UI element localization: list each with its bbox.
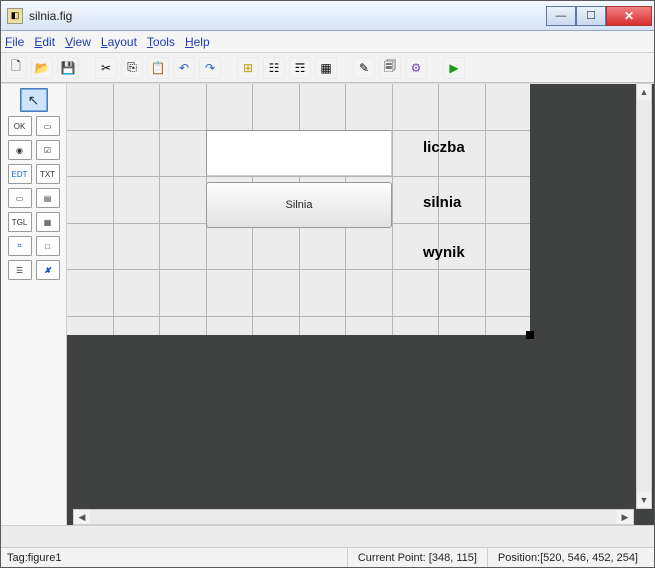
minimize-button[interactable]: — bbox=[546, 6, 576, 26]
axes-tool[interactable]: ⌗ bbox=[8, 236, 32, 256]
toggle-tool[interactable]: TGL bbox=[8, 212, 32, 232]
menu-file[interactable]: File bbox=[5, 35, 24, 49]
scroll-up-icon[interactable]: ▲ bbox=[637, 84, 651, 100]
activex-tool[interactable]: ☰ bbox=[8, 260, 32, 280]
menu-help[interactable]: Help bbox=[185, 35, 210, 49]
radio-tool[interactable]: ◉ bbox=[8, 140, 32, 160]
menubar: File Edit View Layout Tools Help bbox=[1, 31, 654, 53]
align-icon[interactable]: ⊞ bbox=[237, 57, 259, 79]
menu-editor-icon[interactable]: ☷ bbox=[263, 57, 285, 79]
close-button[interactable]: ✕ bbox=[606, 6, 652, 26]
toolbar: 🗋 📂 💾 ✂ ⎘ 📋 ↶ ↷ ⊞ ☷ ☶ ▦ ✎ 🗐 ⚙ ▶ bbox=[1, 53, 654, 83]
listbox-tool[interactable]: ▤ bbox=[36, 188, 60, 208]
popup-tool[interactable]: ▭ bbox=[8, 188, 32, 208]
status-tag: Tag: figure1 bbox=[7, 548, 347, 567]
slider-tool[interactable]: ▭ bbox=[36, 116, 60, 136]
redo-icon[interactable]: ↷ bbox=[199, 57, 221, 79]
menu-layout[interactable]: Layout bbox=[101, 35, 137, 49]
checkbox-tool[interactable]: ☑ bbox=[36, 140, 60, 160]
text-tool[interactable]: TXT bbox=[36, 164, 60, 184]
scroll-down-icon[interactable]: ▼ bbox=[637, 492, 651, 508]
canvas-area[interactable]: Silnia liczba silnia wynik bbox=[67, 84, 654, 567]
maximize-button[interactable]: ☐ bbox=[576, 6, 606, 26]
vertical-scrollbar[interactable]: ▲ ▼ bbox=[636, 83, 652, 509]
window-title: silnia.fig bbox=[29, 9, 546, 23]
edit-field-liczba[interactable] bbox=[206, 130, 392, 176]
titlebar[interactable]: ◧ silnia.fig — ☐ ✕ bbox=[1, 1, 654, 31]
table-tool[interactable]: ▦ bbox=[36, 212, 60, 232]
horizontal-scrollbar[interactable]: ◀ ▶ bbox=[73, 509, 634, 525]
paste-icon[interactable]: 📋 bbox=[147, 57, 169, 79]
edit-tool[interactable]: EDT bbox=[8, 164, 32, 184]
guide-window: ◧ silnia.fig — ☐ ✕ File Edit View Layout… bbox=[0, 0, 655, 568]
label-liczba: liczba bbox=[423, 139, 465, 156]
panel-tool[interactable]: □ bbox=[36, 236, 60, 256]
cut-icon[interactable]: ✂ bbox=[95, 57, 117, 79]
menu-edit[interactable]: Edit bbox=[34, 35, 55, 49]
pushbutton-tool[interactable]: OK bbox=[8, 116, 32, 136]
menu-tools[interactable]: Tools bbox=[147, 35, 175, 49]
label-wynik: wynik bbox=[423, 244, 465, 261]
status-position: Position: [520, 546, 452, 254] bbox=[487, 548, 648, 567]
open-icon[interactable]: 📂 bbox=[31, 57, 53, 79]
select-tool[interactable]: ↖ bbox=[20, 88, 48, 112]
menu-view[interactable]: View bbox=[65, 35, 91, 49]
copy-icon[interactable]: ⎘ bbox=[121, 57, 143, 79]
scroll-right-icon[interactable]: ▶ bbox=[617, 510, 633, 524]
object-browser-icon[interactable]: ⚙ bbox=[405, 57, 427, 79]
tab-order-icon[interactable]: ☶ bbox=[289, 57, 311, 79]
property-icon[interactable]: 🗐 bbox=[379, 57, 401, 79]
new-icon[interactable]: 🗋 bbox=[5, 57, 27, 79]
save-icon[interactable]: 💾 bbox=[57, 57, 79, 79]
status-current-point: Current Point: [348, 115] bbox=[347, 548, 487, 567]
xtool[interactable]: ✘ bbox=[36, 260, 60, 280]
run-icon[interactable]: ▶ bbox=[443, 57, 465, 79]
resize-handle[interactable] bbox=[526, 331, 534, 339]
label-silnia: silnia bbox=[423, 194, 461, 211]
app-icon: ◧ bbox=[7, 8, 23, 24]
undo-icon[interactable]: ↶ bbox=[173, 57, 195, 79]
pushbutton-silnia[interactable]: Silnia bbox=[206, 182, 392, 228]
figure-canvas[interactable]: Silnia liczba silnia wynik bbox=[67, 84, 530, 335]
main-area: ↖ OK ▭ ◉ ☑ EDT TXT ▭ ▤ TGL ▦ ⌗ bbox=[1, 83, 654, 567]
statusbar: Tag: figure1 Current Point: [348, 115] P… bbox=[1, 547, 654, 567]
editor-icon[interactable]: ✎ bbox=[353, 57, 375, 79]
component-palette: ↖ OK ▭ ◉ ☑ EDT TXT ▭ ▤ TGL ▦ ⌗ bbox=[1, 84, 67, 567]
scroll-left-icon[interactable]: ◀ bbox=[74, 510, 90, 524]
toolbar-editor-icon[interactable]: ▦ bbox=[315, 57, 337, 79]
